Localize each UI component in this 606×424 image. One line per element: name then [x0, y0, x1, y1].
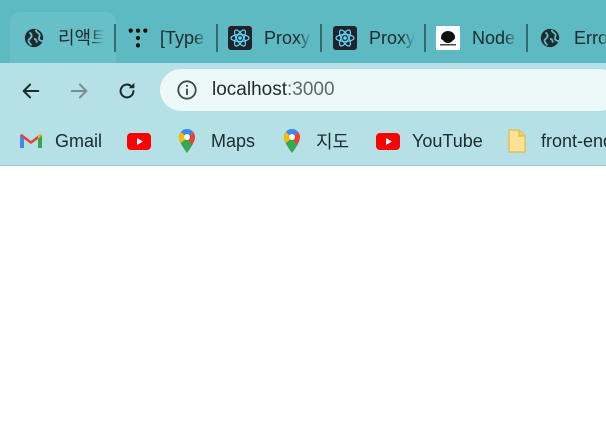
- tab-label: Proxy: [369, 28, 415, 48]
- bookmark-youtube-short[interactable]: [127, 125, 151, 157]
- tab-separator: [424, 24, 426, 52]
- bookmark-map-korean[interactable]: 지도: [280, 125, 349, 157]
- bookmark-youtube[interactable]: YouTube: [376, 125, 483, 157]
- tab-label: Error: [574, 28, 606, 48]
- tab-label: Proxy: [264, 28, 311, 48]
- node-avatar-icon: [436, 26, 460, 50]
- tab-proxy-1[interactable]: Proxy: [220, 12, 323, 63]
- tab-typeorm[interactable]: [Type: [118, 12, 218, 63]
- bookmark-label: 지도: [316, 132, 350, 152]
- tab-separator: [320, 24, 322, 52]
- toolbar: localhost:3000: [0, 63, 606, 117]
- site-info-icon[interactable]: [176, 79, 198, 101]
- address-bar[interactable]: localhost:3000: [160, 69, 606, 111]
- bookmark-label: YouTube: [412, 130, 483, 151]
- bookmarks-bar: Gmail Maps 지도 YouTube front-end: [0, 117, 606, 166]
- bookmark-label: Maps: [211, 130, 256, 151]
- url-text[interactable]: localhost:3000: [212, 78, 335, 102]
- tab-proxy-2[interactable]: Proxy: [325, 12, 426, 63]
- globe-icon: [22, 26, 46, 50]
- tab-separator: [526, 24, 528, 52]
- reload-icon[interactable]: [111, 75, 143, 107]
- typeorm-icon: [126, 26, 150, 50]
- browser-window: 리액트 [Type Proxy Proxy Node Erro localhos…: [0, 0, 606, 424]
- react-icon: [333, 26, 357, 50]
- tab-separator: [216, 24, 218, 52]
- tab-react[interactable]: 리액트: [10, 12, 116, 63]
- react-icon: [228, 26, 252, 50]
- maps-pin-icon: [280, 129, 304, 153]
- bookmark-label: front-end: [541, 130, 606, 151]
- youtube-icon: [127, 129, 151, 153]
- bookmark-maps[interactable]: Maps: [175, 125, 255, 157]
- folder-icon: [505, 129, 529, 153]
- tab-error[interactable]: Error: [530, 12, 606, 63]
- maps-pin-icon: [175, 129, 199, 153]
- tab-node[interactable]: Node: [428, 12, 528, 63]
- back-arrow-icon[interactable]: [15, 75, 47, 107]
- forward-arrow-icon[interactable]: [63, 75, 95, 107]
- url-port: :3000: [287, 79, 335, 100]
- bookmark-folder-front-end[interactable]: front-end: [505, 125, 606, 157]
- url-host: localhost: [212, 79, 287, 100]
- globe-icon: [538, 26, 562, 50]
- gmail-icon: [19, 129, 43, 153]
- tab-separator: [114, 24, 116, 52]
- tab-label: 리액트: [58, 28, 104, 48]
- youtube-icon: [376, 129, 400, 153]
- tab-label: Node: [472, 28, 516, 48]
- page-content: [0, 166, 606, 424]
- tab-label: [Type: [160, 28, 205, 48]
- bookmark-label: Gmail: [55, 130, 103, 151]
- tab-strip: 리액트 [Type Proxy Proxy Node Erro: [0, 0, 606, 63]
- bookmark-gmail[interactable]: Gmail: [19, 125, 102, 157]
